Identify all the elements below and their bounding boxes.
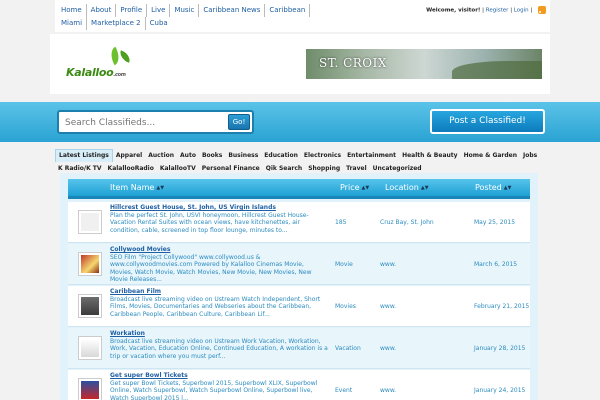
listing-thumbnail[interactable] xyxy=(78,294,102,318)
column-price-label: Price xyxy=(340,183,360,192)
nav-home[interactable]: Home xyxy=(57,4,87,17)
nav-caribbean-news[interactable]: Caribbean News xyxy=(199,4,266,17)
table-row: Caribbean Film Broadcast live streaming … xyxy=(68,286,530,327)
tab-row-1: Latest Listings Apparel Auction Auto Books Bu… xyxy=(55,149,540,162)
tab-books[interactable]: Books xyxy=(199,149,225,162)
column-location-label: Location xyxy=(385,183,419,192)
column-item-name[interactable]: Item Name ▲▼ xyxy=(110,183,164,192)
account-links: Welcome, visitor! | Register | Login | xyxy=(426,6,546,14)
listing-location: www. xyxy=(380,387,397,394)
logo-text: Kalalloo xyxy=(66,66,114,79)
listing-price: Movies xyxy=(335,303,356,310)
listing-location: Cruz Bay, St. John xyxy=(380,219,434,226)
nav-about[interactable]: About xyxy=(87,4,117,17)
table-row: Hillcrest Guest House, St. John, US Virg… xyxy=(68,202,530,243)
listing-location: www. xyxy=(380,261,397,268)
post-classified-button[interactable]: Post a Classified! xyxy=(430,109,545,134)
sort-icon[interactable]: ▲▼ xyxy=(421,185,429,191)
sort-icon[interactable]: ▲▼ xyxy=(156,185,164,191)
top-nav: Home About Profile Live Music Caribbean News C… xyxy=(57,4,327,30)
tab-entertainment[interactable]: Entertainment xyxy=(344,149,399,162)
thumbnail-image xyxy=(81,255,99,273)
sort-icon[interactable]: ▲▼ xyxy=(504,185,512,191)
listing-title[interactable]: Get super Bowl Tickets xyxy=(110,372,325,379)
tab-apparel[interactable]: Apparel xyxy=(113,149,145,162)
listing-title[interactable]: Hillcrest Guest House, St. John, US Virg… xyxy=(110,204,325,211)
banner-text: ST. CROIX xyxy=(319,56,387,70)
tab-electronics[interactable]: Electronics xyxy=(301,149,344,162)
listing-thumbnail[interactable] xyxy=(78,252,102,276)
nav-cuba[interactable]: Cuba xyxy=(146,17,172,30)
nav-profile[interactable]: Profile xyxy=(116,4,148,17)
search-band: Go! Post a Classified! xyxy=(0,102,600,142)
listing-date: January 24, 2015 xyxy=(474,387,526,394)
listing-description: Broadcast live streaming video on Ustrea… xyxy=(110,338,328,360)
listing-description: Broadcast live streaming video on Ustrea… xyxy=(110,296,321,318)
thumbnail-image xyxy=(81,297,99,315)
listing-date: February 21, 2015 xyxy=(474,303,530,310)
listing-thumbnail[interactable] xyxy=(78,336,102,360)
sort-icon[interactable]: ▲▼ xyxy=(362,185,370,191)
listing-description: Plan the perfect St. John, USVI honeymoo… xyxy=(110,212,309,234)
thumbnail-image xyxy=(81,339,99,357)
tab-auction[interactable]: Auction xyxy=(145,149,177,162)
tab-auto[interactable]: Auto xyxy=(177,149,199,162)
listing-thumbnail[interactable] xyxy=(78,210,102,234)
search-box: Go! xyxy=(57,110,254,134)
table-row: Get super Bowl Tickets Get super Bowl Ti… xyxy=(68,370,530,400)
nav-live[interactable]: Live xyxy=(147,4,171,17)
top-bar: Home About Profile Live Music Caribbean News C… xyxy=(55,0,550,32)
banner-landscape xyxy=(452,61,542,79)
st-croix-banner[interactable]: ST. CROIX xyxy=(306,49,542,79)
thumbnail-image xyxy=(81,213,99,231)
listing-price: Event xyxy=(335,387,353,394)
site-logo[interactable]: Kalalloo.com xyxy=(64,44,144,84)
tab-latest-listings[interactable]: Latest Listings xyxy=(55,149,113,162)
listing-title[interactable]: Caribbean Film xyxy=(110,288,325,295)
listing-description: SEO Film "Project Collywood" www.collywo… xyxy=(110,254,312,283)
listing-title[interactable]: Workation xyxy=(110,330,325,337)
table-row: Workation Broadcast live streaming video… xyxy=(68,328,530,369)
listing-location: www. xyxy=(380,345,397,352)
listing-price: 185 xyxy=(335,219,347,226)
listing-description: Get super Bowl Tickets, Superbowl 2015, … xyxy=(110,380,318,400)
tab-health-beauty[interactable]: Health & Beauty xyxy=(399,149,461,162)
rss-icon[interactable] xyxy=(538,6,546,14)
logo-suffix: .com xyxy=(113,72,126,78)
column-item-name-label: Item Name xyxy=(110,183,155,192)
register-link[interactable]: Register xyxy=(486,8,509,14)
go-button[interactable]: Go! xyxy=(228,114,250,130)
site-header: Kalalloo.com ST. CROIX xyxy=(50,34,550,94)
nav-marketplace-2[interactable]: Marketplace 2 xyxy=(87,17,146,30)
nav-caribbean[interactable]: Caribbean xyxy=(265,4,311,17)
welcome-text: Welcome, visitor! xyxy=(426,7,481,14)
nav-miami[interactable]: Miami xyxy=(57,17,88,30)
listing-title[interactable]: Collywood Movies xyxy=(110,246,325,253)
leaf-icon xyxy=(117,50,133,63)
login-link[interactable]: Login xyxy=(514,8,529,14)
thumbnail-image xyxy=(81,381,99,399)
tab-jobs[interactable]: Jobs xyxy=(520,149,540,162)
search-input[interactable] xyxy=(65,116,225,129)
table-header: Item Name ▲▼ Price ▲▼ Location ▲▼ Posted ▲▼ xyxy=(68,179,530,199)
listing-date: March 6, 2015 xyxy=(474,261,518,268)
listing-thumbnail[interactable] xyxy=(78,378,102,400)
nav-music[interactable]: Music xyxy=(170,4,200,17)
tab-business[interactable]: Business xyxy=(225,149,261,162)
listing-date: January 28, 2015 xyxy=(474,345,526,352)
table-row: Collywood Movies SEO Film "Project Colly… xyxy=(68,244,530,285)
listing-price: Vacation xyxy=(335,345,361,352)
column-posted[interactable]: Posted ▲▼ xyxy=(475,183,511,192)
column-price[interactable]: Price ▲▼ xyxy=(340,183,369,192)
column-location[interactable]: Location ▲▼ xyxy=(385,183,429,192)
listing-panel: Item Name ▲▼ Price ▲▼ Location ▲▼ Posted ▲▼ … xyxy=(60,173,538,400)
listing-price: Movie xyxy=(335,261,353,268)
tab-home-garden[interactable]: Home & Garden xyxy=(461,149,520,162)
column-posted-label: Posted xyxy=(475,183,502,192)
listing-location: www. xyxy=(380,303,397,310)
tab-education[interactable]: Education xyxy=(261,149,301,162)
listing-date: May 25, 2015 xyxy=(474,219,516,226)
